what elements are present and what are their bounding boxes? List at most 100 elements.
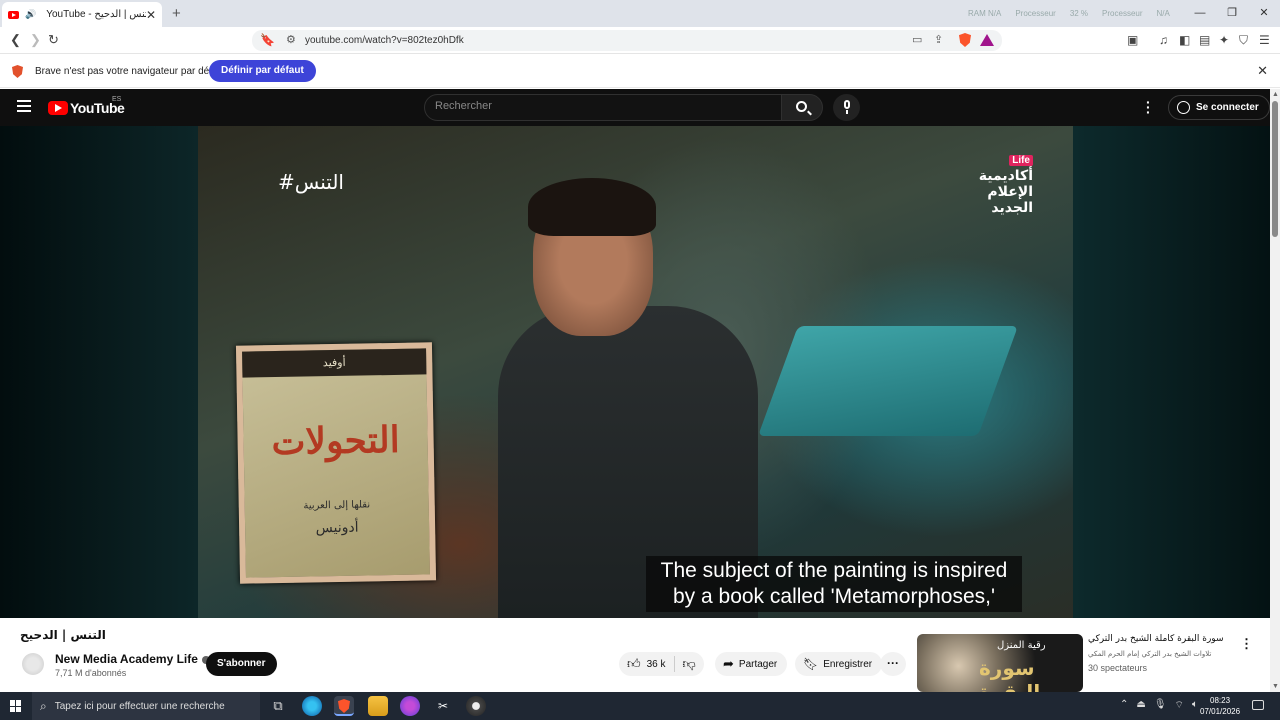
book-title: التحولات xyxy=(271,418,401,464)
academy-logo-text: أكاديمية الإعلام الجديد xyxy=(978,168,1033,216)
browser-tab[interactable]: 🔊 YouTube - التنس | الدحيح ✕ xyxy=(2,2,162,27)
infobar-message: Brave n'est pas votre navigateur par déf… xyxy=(35,66,226,77)
chat-app-icon[interactable] xyxy=(400,696,420,716)
youtube-favicon-icon xyxy=(8,10,19,19)
microphone-icon xyxy=(844,100,850,109)
thumbnail-logo: سورة البقرة xyxy=(979,656,1041,692)
brave-logo-icon xyxy=(12,65,23,78)
dislike-icon[interactable]: 👎︎ xyxy=(683,656,696,672)
volume-icon[interactable]: 🔈︎ xyxy=(1192,699,1198,712)
windows-start-icon[interactable] xyxy=(10,700,22,712)
microphone-stand xyxy=(846,110,848,114)
share-label: Partager xyxy=(738,658,778,670)
caption-line: by a book called 'Metamorphoses,' xyxy=(672,585,996,608)
recommendation-viewers: 30 spectateurs xyxy=(1088,663,1148,673)
book-cover: أوفيد التحولات نقلها إلى العربية أدونيس xyxy=(235,342,437,584)
set-default-button[interactable]: Définir par défaut xyxy=(209,60,316,82)
channel-name[interactable]: New Media Academy Life xyxy=(55,652,210,666)
close-tab-icon[interactable]: ✕ xyxy=(146,8,156,22)
subscriber-count: 7,71 M d'abonnés xyxy=(55,668,127,678)
reload-icon[interactable]: ↻ xyxy=(48,32,59,48)
voice-search-button[interactable] xyxy=(833,94,860,121)
maximize-button[interactable]: ❐ xyxy=(1216,0,1248,27)
wifi-icon[interactable]: ⌔ xyxy=(1175,699,1184,712)
forward-arrow-icon[interactable]: ❯ xyxy=(30,32,41,48)
url-bar[interactable]: 🔖 ⚙ youtube.com/watch?v=802tez0hDfk ▭ ⇪ xyxy=(252,30,1002,51)
recommendation-thumbnail[interactable]: رقية المنزل سورة البقرة xyxy=(917,634,1083,692)
share-arrow-icon: ➦ xyxy=(723,656,734,671)
more-actions-icon[interactable]: ··· xyxy=(880,652,906,676)
settings-kebab-icon[interactable]: · · · xyxy=(1146,95,1151,119)
brave-taskbar-icon[interactable] xyxy=(334,696,354,716)
browser-tabbar: 🔊 YouTube - التنس | الدحيح ✕ + RAM N/A P… xyxy=(0,0,1280,27)
task-view-icon[interactable]: ⧉ xyxy=(268,696,288,716)
usb-icon[interactable]: ⏏ xyxy=(1136,699,1145,712)
taskbar-clock[interactable]: 08:23 07/01/2026 xyxy=(1200,695,1240,717)
sign-in-button[interactable]: Se connecter xyxy=(1168,95,1270,120)
search-input[interactable] xyxy=(435,100,765,112)
recommendation-channel[interactable]: تلاوات الشيخ بدر التركي إمام الحرم المكي xyxy=(1088,650,1228,658)
search-button[interactable] xyxy=(781,94,823,121)
vpn-icon[interactable]: ⛉ xyxy=(1239,33,1248,48)
hamburger-menu-icon[interactable] xyxy=(17,100,31,112)
leo-ai-icon[interactable]: ✦ xyxy=(1219,33,1229,47)
sidebar-icon[interactable]: ◧ xyxy=(1179,33,1190,47)
microphone-tray-icon[interactable]: 🎙︎ xyxy=(1154,699,1167,712)
address-toolbar: ❮ ❯ ↻ 🔖 ⚙ youtube.com/watch?v=802tez0hDf… xyxy=(0,27,1280,54)
scroll-down-icon[interactable]: ▼ xyxy=(1272,683,1279,690)
video-frame[interactable]: #التنس Life أكاديمية الإعلام الجديد أوفي… xyxy=(198,126,1073,618)
channel-avatar[interactable] xyxy=(22,653,44,675)
scene-bed xyxy=(757,326,1019,436)
save-label: Enregistrer xyxy=(823,658,873,670)
share-icon[interactable]: ⇪ xyxy=(934,33,943,46)
youtube-logo[interactable]: YouTube ES xyxy=(48,96,125,116)
bookmark-icon[interactable]: 🔖 xyxy=(260,33,275,47)
notification-icon[interactable] xyxy=(1252,700,1264,710)
brave-rewards-icon[interactable] xyxy=(980,34,994,46)
like-dislike-group: 👍︎ 36 k 👎︎ xyxy=(619,652,704,676)
video-player[interactable]: #التنس Life أكاديمية الإعلام الجديد أوفي… xyxy=(0,126,1270,618)
youtube-play-icon xyxy=(48,101,68,115)
closed-captions: The subject of the painting is inspired … xyxy=(646,556,1022,612)
like-icon[interactable]: 👍︎ xyxy=(627,656,641,672)
file-explorer-icon[interactable] xyxy=(368,696,388,716)
video-hashtag: #التنس xyxy=(278,170,344,194)
obs-icon[interactable] xyxy=(466,696,486,716)
brave-shields-icon[interactable] xyxy=(959,33,971,47)
plus-icon[interactable]: + xyxy=(172,5,181,22)
menu-icon[interactable]: ☰ xyxy=(1259,33,1270,47)
channel-name-text[interactable]: New Media Academy Life xyxy=(55,652,198,666)
tray-chevron-icon[interactable]: ⌃ xyxy=(1120,699,1128,712)
close-infobar-icon[interactable]: ✕ xyxy=(1257,63,1268,79)
close-window-button[interactable]: ✕ xyxy=(1248,0,1280,27)
like-separator xyxy=(673,656,675,672)
minimize-button[interactable]: — xyxy=(1184,0,1216,27)
overlay-item: Processeur xyxy=(1015,9,1056,18)
book-subtitle: نقلها إلى العربية xyxy=(303,499,371,512)
speaker-icon[interactable]: 🔊 xyxy=(25,9,36,20)
share-button[interactable]: ➦ Partager xyxy=(715,652,788,676)
subscribe-button[interactable]: S'abonner xyxy=(206,652,277,676)
edge-icon[interactable] xyxy=(302,696,322,716)
url-text[interactable]: youtube.com/watch?v=802tez0hDfk xyxy=(305,35,464,46)
scrollbar-thumb[interactable] xyxy=(1272,101,1278,237)
taskbar-search[interactable]: ⌕ Tapez ici pour effectuer une recherche xyxy=(32,692,260,720)
back-arrow-icon[interactable]: ❮ xyxy=(10,32,21,48)
wallet-icon[interactable]: ▤ xyxy=(1199,33,1210,47)
overlay-item: Processeur xyxy=(1102,9,1143,18)
music-icon[interactable]: ♫ xyxy=(1159,33,1168,47)
recommendation-title[interactable]: سورة البقرة كاملة الشيخ بدر التركي xyxy=(1088,634,1228,644)
video-title: التنس | الدحيح xyxy=(20,628,106,642)
like-count[interactable]: 36 k xyxy=(647,659,666,670)
tabs-icon[interactable]: ▣ xyxy=(1127,33,1138,47)
site-settings-icon[interactable]: ⚙ xyxy=(286,33,296,46)
scroll-up-icon[interactable]: ▲ xyxy=(1272,91,1279,98)
recommendation-menu-icon[interactable]: ⋮ xyxy=(1240,636,1253,652)
system-overlay: RAM N/A Processeur 32 % Processeur N/A xyxy=(968,9,1170,18)
save-button[interactable]: 🔖︎ Enregistrer xyxy=(795,652,883,676)
capcut-icon[interactable]: ✂ xyxy=(433,696,453,716)
overlay-item: 32 % xyxy=(1069,9,1089,18)
academy-watermark: Life أكاديمية الإعلام الجديد xyxy=(963,150,1033,216)
cast-icon[interactable]: ▭ xyxy=(912,33,922,46)
page-scrollbar[interactable]: ▲ ▼ xyxy=(1270,89,1280,692)
